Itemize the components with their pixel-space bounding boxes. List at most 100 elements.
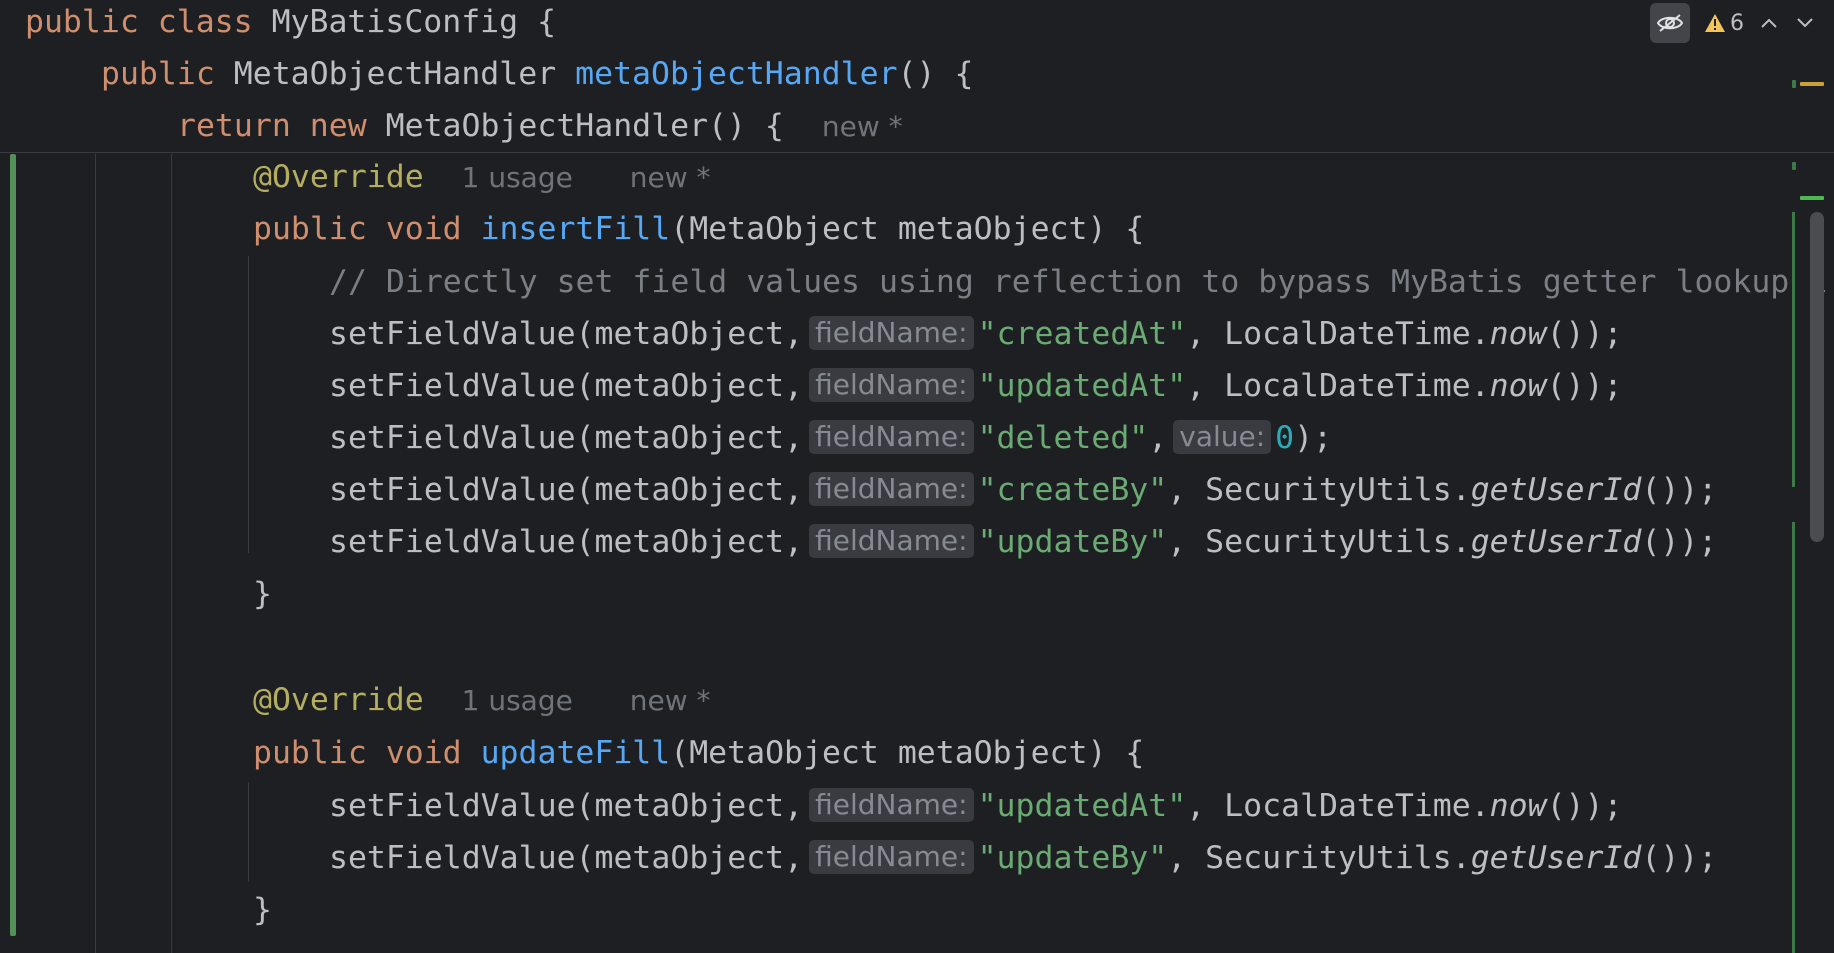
string-literal: "updatedAt" — [977, 368, 1187, 404]
author-inlay[interactable]: new * — [630, 684, 711, 717]
code-line-set-updated-at[interactable]: setFieldValue(metaObject, fieldName: "upda… — [329, 360, 1622, 412]
static-call: now — [1489, 316, 1547, 352]
constructor-call: MetaObjectHandler() { — [385, 108, 784, 144]
call-prefix: setFieldValue(metaObject, — [329, 524, 804, 560]
brace: { — [518, 4, 557, 40]
call-end: ); — [1294, 420, 1333, 456]
code-line-method-declaration[interactable]: public MetaObjectHandler metaObjectHandl… — [101, 48, 973, 100]
call-middle: , LocalDateTime. — [1186, 368, 1490, 404]
code-line-updatefill-declaration[interactable]: public void updateFill(MetaObject metaOb… — [253, 727, 1144, 779]
usages-inlay[interactable]: 1 usage — [462, 684, 573, 717]
keyword-public: public — [25, 4, 139, 40]
code-line-set-updated-at[interactable]: setFieldValue(metaObject, fieldName: "upda… — [329, 780, 1622, 832]
keyword-void: void — [385, 211, 462, 247]
code-line-closing-brace[interactable]: } — [253, 884, 272, 936]
annotation: @Override — [253, 682, 424, 718]
usages-inlay[interactable]: 1 usage — [462, 161, 573, 194]
indent-guide — [171, 154, 172, 953]
class-name: MyBatisConfig — [271, 4, 519, 40]
call-prefix: setFieldValue(metaObject, — [329, 316, 804, 352]
call-middle: , SecurityUtils. — [1167, 840, 1471, 876]
warning-stripe-mark[interactable] — [1800, 82, 1824, 86]
error-stripe-mark[interactable] — [1792, 162, 1796, 170]
call-end: ()); — [1641, 524, 1718, 560]
method-name: insertFill — [480, 211, 671, 247]
code-line-insertfill-declaration[interactable]: public void insertFill(MetaObject metaOb… — [253, 203, 1144, 255]
keyword-void: void — [385, 735, 462, 771]
next-highlight-button[interactable] — [1794, 12, 1816, 34]
parameter-hint: fieldName: — [809, 420, 974, 454]
return-type: MetaObjectHandler — [233, 56, 557, 92]
static-call: now — [1489, 788, 1547, 824]
reader-mode-button[interactable] — [1650, 3, 1690, 43]
warning-icon — [1705, 14, 1725, 32]
keyword-class: class — [157, 4, 253, 40]
call-end: ()); — [1546, 316, 1623, 352]
static-call: getUserId — [1470, 472, 1642, 508]
keyword-public: public — [253, 735, 367, 771]
keyword-new: new — [309, 108, 367, 144]
parameter-hint: fieldName: — [809, 472, 974, 506]
call-prefix: setFieldValue(metaObject, — [329, 472, 804, 508]
call-end: ()); — [1546, 368, 1623, 404]
reader-mode-icon — [1656, 14, 1684, 32]
method-params: (MetaObject metaObject) { — [670, 211, 1145, 247]
code-line-return-statement[interactable]: return new MetaObjectHandler() { new * — [177, 100, 903, 152]
string-literal: "updateBy" — [977, 840, 1168, 876]
code-line-comment[interactable]: // Directly set field values using refle… — [329, 256, 1827, 308]
parameter-hint: fieldName: — [809, 316, 974, 350]
string-literal: "createdAt" — [977, 316, 1187, 352]
parameter-hint: fieldName: — [809, 368, 974, 402]
vcs-change-marker[interactable] — [10, 154, 16, 936]
string-literal: "updateBy" — [977, 524, 1168, 560]
chevron-up-icon — [1761, 18, 1777, 28]
parameter-hint: fieldName: — [809, 788, 974, 822]
indent-guide — [248, 782, 249, 882]
code-line-closing-brace[interactable]: } — [253, 568, 272, 620]
static-call: getUserId — [1470, 840, 1642, 876]
vcs-change-stripe[interactable] — [1792, 522, 1795, 953]
indent-guide — [95, 154, 96, 953]
keyword-return: return — [177, 108, 291, 144]
editor-inspection-toolbar: 6 — [1650, 2, 1816, 44]
code-line-set-update-by[interactable]: setFieldValue(metaObject, fieldName: "upda… — [329, 516, 1717, 568]
code-line-set-update-by[interactable]: setFieldValue(metaObject, fieldName: "upda… — [329, 832, 1717, 884]
code-editor[interactable]: 6 public class MyBatisConfig { public Me… — [0, 0, 1834, 953]
string-literal: "createBy" — [977, 472, 1168, 508]
error-stripe-mark[interactable] — [1792, 80, 1796, 88]
method-params: (MetaObject metaObject) { — [670, 735, 1145, 771]
code-line-override-annotation[interactable]: @Override 1 usage new * — [253, 674, 711, 726]
code-line-set-deleted[interactable]: setFieldValue(metaObject, fieldName: "dele… — [329, 412, 1332, 464]
code-line-override-annotation[interactable]: @Override 1 usage new * — [253, 151, 711, 203]
call-middle: , — [1148, 420, 1168, 456]
annotation: @Override — [253, 159, 424, 195]
code-line-set-created-at[interactable]: setFieldValue(metaObject, fieldName: "crea… — [329, 308, 1622, 360]
call-prefix: setFieldValue(metaObject, — [329, 840, 804, 876]
warning-count: 6 — [1730, 10, 1744, 36]
parameter-hint: fieldName: — [809, 840, 974, 874]
parameter-hint: fieldName: — [809, 524, 974, 558]
change-stripe-mark[interactable] — [1800, 196, 1824, 200]
vcs-change-stripe[interactable] — [1792, 212, 1795, 487]
parameter-hint: value: — [1173, 420, 1272, 454]
string-literal: "updatedAt" — [977, 788, 1187, 824]
author-inlay[interactable]: new * — [630, 161, 711, 194]
call-prefix: setFieldValue(metaObject, — [329, 788, 804, 824]
number-literal: 0 — [1275, 420, 1295, 456]
static-call: now — [1489, 368, 1547, 404]
keyword-public: public — [101, 56, 215, 92]
chevron-down-icon — [1797, 18, 1813, 28]
method-name: metaObjectHandler — [575, 56, 898, 92]
call-end: ()); — [1641, 472, 1718, 508]
keyword-public: public — [253, 211, 367, 247]
vertical-scrollbar-thumb[interactable] — [1810, 212, 1824, 542]
string-literal: "deleted" — [977, 420, 1149, 456]
author-inlay[interactable]: new * — [822, 110, 903, 143]
call-middle: , LocalDateTime. — [1186, 316, 1490, 352]
previous-highlight-button[interactable] — [1758, 12, 1780, 34]
warnings-indicator[interactable]: 6 — [1704, 11, 1744, 36]
code-line-set-create-by[interactable]: setFieldValue(metaObject, fieldName: "crea… — [329, 464, 1717, 516]
code-line-class-declaration[interactable]: public class MyBatisConfig { — [25, 0, 556, 48]
call-middle: , LocalDateTime. — [1186, 788, 1490, 824]
indent-guide — [248, 256, 249, 553]
